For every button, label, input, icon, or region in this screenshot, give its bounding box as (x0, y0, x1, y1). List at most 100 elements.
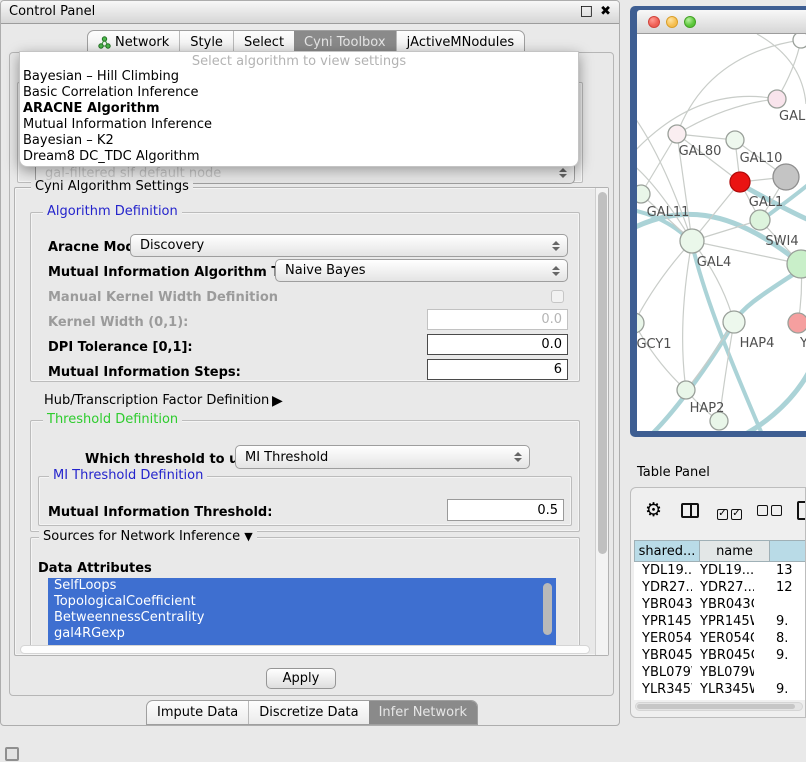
network-node-gray[interactable] (773, 164, 799, 190)
float-window-icon[interactable]: □ (580, 3, 593, 19)
cell-shared[interactable]: YPR145W (634, 613, 692, 630)
table-row[interactable]: YBR045CYBR045C9. (634, 647, 806, 664)
algorithm-option[interactable]: Dream8 DC_TDC Algorithm (20, 149, 578, 165)
network-node-selected[interactable] (730, 172, 750, 192)
cell-value[interactable] (754, 596, 806, 613)
table-hscrollbar-thumb[interactable] (637, 704, 795, 709)
settings-vscrollbar-thumb[interactable] (598, 192, 607, 554)
mi-steps-input[interactable] (427, 359, 568, 380)
network-node-gal11[interactable] (637, 185, 650, 203)
network-node-gal10[interactable] (726, 131, 744, 149)
which-threshold-combo[interactable]: MI Threshold (235, 445, 530, 469)
algorithm-option[interactable]: Bayesian – Hill Climbing (20, 69, 578, 85)
table-panel-title: Table Panel (637, 465, 710, 480)
manual-kernel-width-checkbox[interactable] (551, 290, 564, 303)
cell-value[interactable]: 9. (754, 613, 806, 630)
list-item[interactable]: TopologicalCoefficient (48, 594, 556, 610)
cell-shared[interactable]: YBR045C (634, 647, 692, 664)
node-label-gal10: GAL10 (740, 151, 783, 166)
tab-infer-network[interactable]: Infer Network (369, 701, 477, 724)
network-node-gcy1[interactable] (637, 313, 644, 333)
cell-shared[interactable]: YIL052C (634, 698, 692, 700)
close-window-icon[interactable]: ✖ (600, 4, 611, 19)
kernel-width-input[interactable] (427, 309, 568, 330)
dpi-tolerance-input[interactable] (427, 334, 568, 355)
algorithm-option[interactable]: Basic Correlation Inference (20, 85, 578, 101)
list-item[interactable]: SelfLoops (48, 578, 556, 594)
table-row[interactable]: YDR27...YDR27...12 (634, 579, 806, 596)
table-row[interactable]: YLR345WYLR345W9. (634, 681, 806, 698)
gear-icon[interactable]: ⚙ (645, 499, 662, 521)
algorithm-option[interactable]: Mutual Information Inference (20, 117, 578, 133)
sources-expanded-arrow-icon[interactable]: ▼ (244, 530, 252, 543)
network-canvas[interactable]: GAL GAL80 GAL10 GAL1 GAL11 GAL4 SWI4 GCY… (637, 34, 806, 431)
network-window-titlebar[interactable] (637, 10, 806, 34)
settings-hscrollbar[interactable] (20, 645, 590, 654)
cell-name[interactable]: YDR27... (692, 579, 754, 596)
table-row[interactable]: YBR043CYBR043C (634, 596, 806, 613)
cell-shared[interactable]: YBL079W (634, 664, 692, 681)
tab-impute-data[interactable]: Impute Data (147, 701, 248, 724)
mi-algorithm-type-combo[interactable]: Naive Bayes (275, 259, 568, 282)
aracne-mode-combo[interactable]: Discovery (130, 234, 568, 257)
minimized-window-icon[interactable] (5, 747, 19, 761)
cell-name[interactable]: YPR145W (692, 613, 754, 630)
cell-name[interactable]: YBL079W (692, 664, 754, 681)
network-node[interactable] (793, 34, 806, 48)
cell-name[interactable]: YER054C (692, 630, 754, 647)
mac-zoom-button[interactable] (684, 16, 696, 28)
cell-value[interactable] (754, 664, 806, 681)
table-row[interactable]: YPR145WYPR145W9. (634, 613, 806, 630)
cell-name[interactable]: YBR045C (692, 647, 754, 664)
table-row[interactable]: YBL079WYBL079W (634, 664, 806, 681)
list-vscrollbar-thumb[interactable] (543, 583, 552, 635)
column-header-name[interactable]: name (700, 540, 770, 562)
algorithm-option-selected[interactable]: ARACNE Algorithm (20, 101, 578, 117)
cell-value[interactable]: 9 (754, 698, 806, 700)
network-node-hap4[interactable] (723, 311, 745, 333)
new-table-icon[interactable] (797, 501, 806, 520)
select-all-columns-icon[interactable]: ✓✓ (717, 505, 742, 520)
mac-minimize-button[interactable] (666, 16, 678, 28)
mi-threshold-input[interactable] (447, 499, 564, 521)
cell-shared[interactable]: YER054C (634, 630, 692, 647)
cell-name[interactable]: YBR043C (692, 596, 754, 613)
cell-value[interactable]: 9. (754, 647, 806, 664)
network-node[interactable] (768, 90, 786, 108)
network-node-hap2[interactable] (677, 381, 695, 399)
table-row[interactable]: YDL19...YDL19...13 (634, 562, 806, 579)
apply-button[interactable]: Apply (266, 668, 336, 689)
hub-collapsed-arrow-icon[interactable]: ▶ (272, 393, 283, 409)
table-row[interactable]: YIL052CYIL052C9 (634, 698, 806, 700)
cell-name[interactable]: YIL052C (692, 698, 754, 700)
cell-value[interactable]: 8. (754, 630, 806, 647)
network-node-gal80[interactable] (668, 125, 686, 143)
control-panel-titlebar[interactable]: Control Panel □ ✖ (1, 1, 619, 24)
column-header-partial[interactable]: A (770, 540, 806, 562)
list-item[interactable]: gal4RGexp (48, 626, 556, 642)
list-item[interactable]: BetweennessCentrality (48, 610, 556, 626)
network-node-gal4[interactable] (680, 229, 704, 253)
sources-title[interactable]: Sources for Network Inference ▼ (39, 530, 257, 544)
algorithm-option[interactable]: Bayesian – K2 (20, 133, 578, 149)
cell-value[interactable]: 9. (754, 681, 806, 698)
cell-shared[interactable]: YDR27... (634, 579, 692, 596)
cell-name[interactable]: YLR345W (692, 681, 754, 698)
network-node-gal1[interactable] (750, 210, 770, 230)
cell-shared[interactable]: YDL19... (634, 562, 692, 579)
cell-name[interactable]: YDL19... (692, 562, 754, 579)
cell-shared[interactable]: YLR345W (634, 681, 692, 698)
tab-discretize-data[interactable]: Discretize Data (248, 701, 368, 724)
cell-shared[interactable]: YBR043C (634, 596, 692, 613)
settings-vscrollbar[interactable] (595, 188, 608, 655)
deselect-all-columns-icon[interactable] (757, 505, 782, 520)
cell-value[interactable]: 13 (754, 562, 806, 579)
cell-value[interactable]: 12 (754, 579, 806, 596)
table-hscrollbar[interactable] (635, 702, 803, 711)
split-columns-icon[interactable] (681, 503, 699, 518)
column-header-shared-name[interactable]: shared... (634, 540, 700, 562)
mac-close-button[interactable] (648, 16, 660, 28)
hub-definition-label[interactable]: Hub/Transcription Factor Definition (44, 393, 269, 408)
table-row[interactable]: YER054CYER054C8. (634, 630, 806, 647)
network-node-salmon[interactable] (788, 313, 806, 333)
